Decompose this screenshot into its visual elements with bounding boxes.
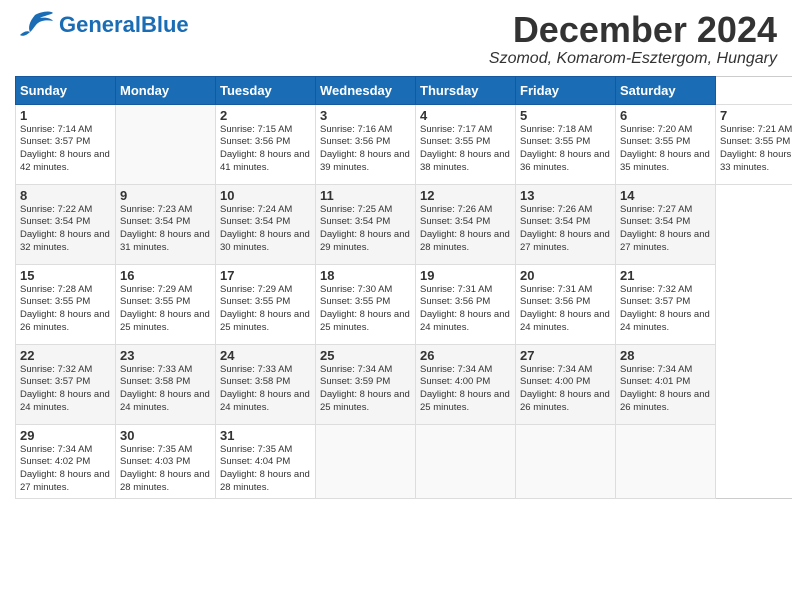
calendar-week-1: 1Sunrise: 7:14 AMSunset: 3:57 PMDaylight… [16, 104, 792, 184]
logo-bird-icon [15, 10, 55, 40]
table-row: 7Sunrise: 7:21 AMSunset: 3:55 PMDaylight… [716, 104, 792, 184]
table-row [416, 424, 516, 498]
table-row: 26Sunrise: 7:34 AMSunset: 4:00 PMDayligh… [416, 344, 516, 424]
table-row: 22Sunrise: 7:32 AMSunset: 3:57 PMDayligh… [16, 344, 116, 424]
table-row: 24Sunrise: 7:33 AMSunset: 3:58 PMDayligh… [216, 344, 316, 424]
title-section: December 2024 Szomod, Komarom-Esztergom,… [489, 10, 777, 68]
table-row: 5Sunrise: 7:18 AMSunset: 3:55 PMDaylight… [516, 104, 616, 184]
table-row [616, 424, 716, 498]
logo-text: GeneralBlue [59, 14, 189, 36]
table-row: 18Sunrise: 7:30 AMSunset: 3:55 PMDayligh… [316, 264, 416, 344]
table-row: 31Sunrise: 7:35 AMSunset: 4:04 PMDayligh… [216, 424, 316, 498]
table-row: 29Sunrise: 7:34 AMSunset: 4:02 PMDayligh… [16, 424, 116, 498]
header-friday: Friday [516, 76, 616, 104]
table-row: 25Sunrise: 7:34 AMSunset: 3:59 PMDayligh… [316, 344, 416, 424]
calendar-week-3: 15Sunrise: 7:28 AMSunset: 3:55 PMDayligh… [16, 264, 792, 344]
calendar-header-row: Sunday Monday Tuesday Wednesday Thursday… [16, 76, 792, 104]
table-row: 12Sunrise: 7:26 AMSunset: 3:54 PMDayligh… [416, 184, 516, 264]
table-row: 8Sunrise: 7:22 AMSunset: 3:54 PMDaylight… [16, 184, 116, 264]
header-tuesday: Tuesday [216, 76, 316, 104]
table-row: 30Sunrise: 7:35 AMSunset: 4:03 PMDayligh… [116, 424, 216, 498]
table-row: 23Sunrise: 7:33 AMSunset: 3:58 PMDayligh… [116, 344, 216, 424]
table-row: 9Sunrise: 7:23 AMSunset: 3:54 PMDaylight… [116, 184, 216, 264]
page-container: GeneralBlue December 2024 Szomod, Komaro… [15, 10, 777, 499]
calendar-week-2: 8Sunrise: 7:22 AMSunset: 3:54 PMDaylight… [16, 184, 792, 264]
calendar-table: Sunday Monday Tuesday Wednesday Thursday… [15, 76, 792, 499]
logo: GeneralBlue [15, 10, 189, 40]
main-title: December 2024 [489, 10, 777, 50]
table-row: 10Sunrise: 7:24 AMSunset: 3:54 PMDayligh… [216, 184, 316, 264]
table-row: 14Sunrise: 7:27 AMSunset: 3:54 PMDayligh… [616, 184, 716, 264]
table-row [116, 104, 216, 184]
table-row: 13Sunrise: 7:26 AMSunset: 3:54 PMDayligh… [516, 184, 616, 264]
table-row: 20Sunrise: 7:31 AMSunset: 3:56 PMDayligh… [516, 264, 616, 344]
table-row: 3Sunrise: 7:16 AMSunset: 3:56 PMDaylight… [316, 104, 416, 184]
header-saturday: Saturday [616, 76, 716, 104]
table-row: 2Sunrise: 7:15 AMSunset: 3:56 PMDaylight… [216, 104, 316, 184]
table-row: 17Sunrise: 7:29 AMSunset: 3:55 PMDayligh… [216, 264, 316, 344]
table-row [516, 424, 616, 498]
table-row: 21Sunrise: 7:32 AMSunset: 3:57 PMDayligh… [616, 264, 716, 344]
header-wednesday: Wednesday [316, 76, 416, 104]
table-row: 27Sunrise: 7:34 AMSunset: 4:00 PMDayligh… [516, 344, 616, 424]
table-row: 1Sunrise: 7:14 AMSunset: 3:57 PMDaylight… [16, 104, 116, 184]
table-row: 6Sunrise: 7:20 AMSunset: 3:55 PMDaylight… [616, 104, 716, 184]
table-row: 4Sunrise: 7:17 AMSunset: 3:55 PMDaylight… [416, 104, 516, 184]
header: GeneralBlue December 2024 Szomod, Komaro… [15, 10, 777, 68]
table-row: 16Sunrise: 7:29 AMSunset: 3:55 PMDayligh… [116, 264, 216, 344]
table-row: 11Sunrise: 7:25 AMSunset: 3:54 PMDayligh… [316, 184, 416, 264]
header-thursday: Thursday [416, 76, 516, 104]
table-row [316, 424, 416, 498]
calendar-week-4: 22Sunrise: 7:32 AMSunset: 3:57 PMDayligh… [16, 344, 792, 424]
table-row: 28Sunrise: 7:34 AMSunset: 4:01 PMDayligh… [616, 344, 716, 424]
table-row: 15Sunrise: 7:28 AMSunset: 3:55 PMDayligh… [16, 264, 116, 344]
table-row: 19Sunrise: 7:31 AMSunset: 3:56 PMDayligh… [416, 264, 516, 344]
header-monday: Monday [116, 76, 216, 104]
subtitle: Szomod, Komarom-Esztergom, Hungary [489, 50, 777, 68]
calendar-week-5: 29Sunrise: 7:34 AMSunset: 4:02 PMDayligh… [16, 424, 792, 498]
header-sunday: Sunday [16, 76, 116, 104]
